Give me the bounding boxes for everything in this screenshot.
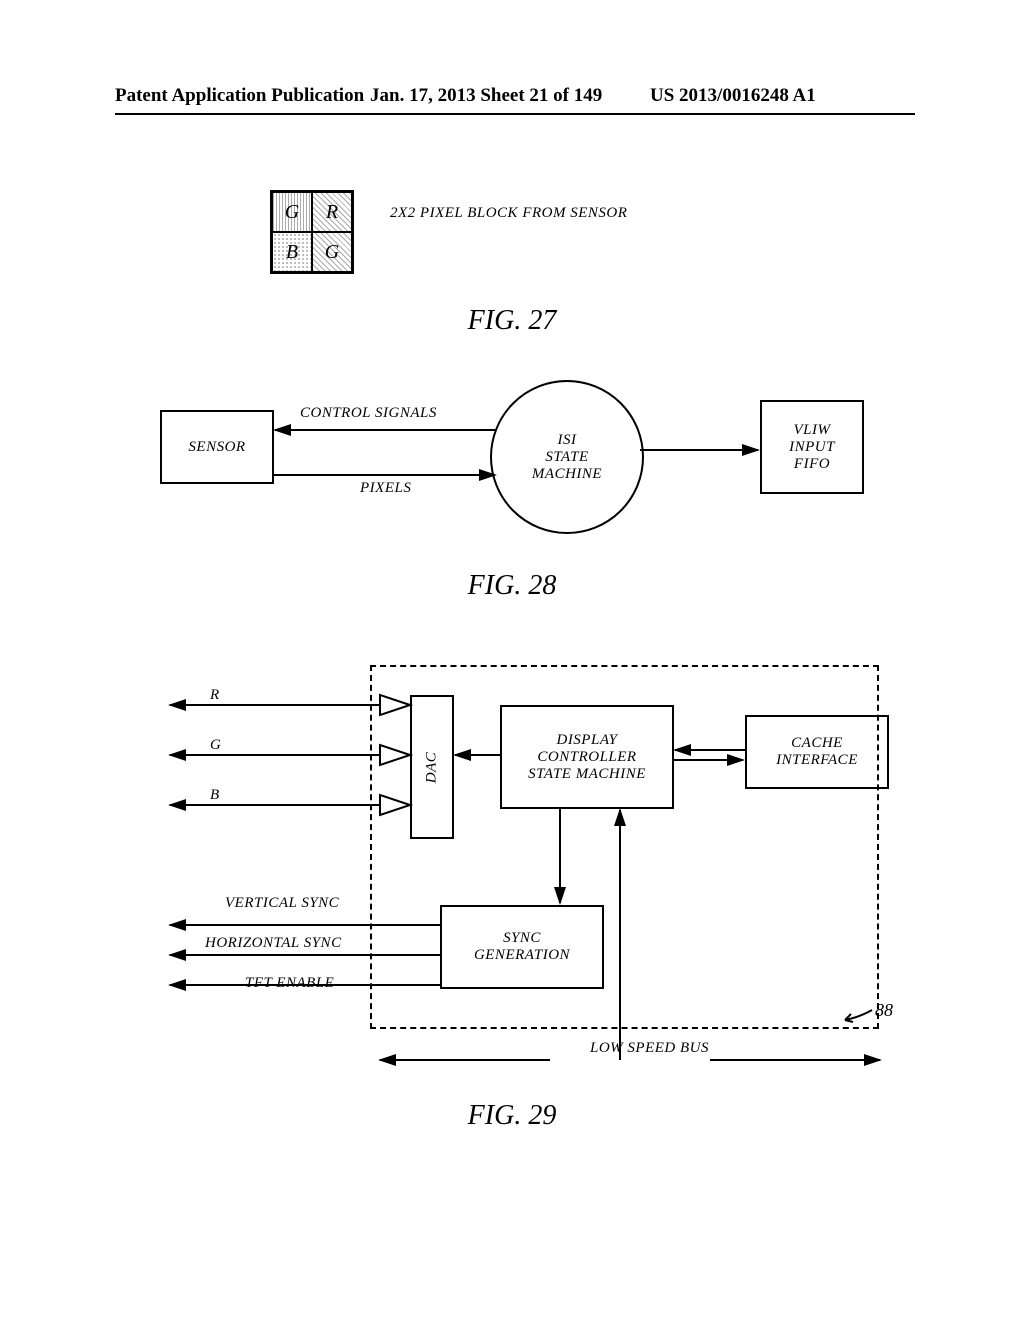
pixels-label: PIXELS (360, 480, 411, 497)
pixel-g-tl: G (272, 192, 312, 232)
header-center: Jan. 17, 2013 Sheet 21 of 149 (370, 85, 602, 107)
pixel-g-br: G (312, 232, 352, 272)
fig28-arrows (160, 380, 880, 560)
figure-28: SENSOR ISI STATE MACHINE VLIW INPUT FIFO… (160, 380, 880, 560)
fig27-caption: FIG. 27 (0, 305, 1024, 337)
header-left: Patent Application Publication (115, 85, 364, 107)
fig29-caption: FIG. 29 (0, 1100, 1024, 1132)
figure-27: G R B G 2X2 PIXEL BLOCK FROM SENSOR (270, 190, 770, 274)
fig29-arrows (150, 665, 930, 1075)
fig28-caption: FIG. 28 (0, 570, 1024, 602)
bayer-pixel-grid: G R B G (270, 190, 354, 274)
header-rule (115, 113, 915, 115)
fig27-label: 2X2 PIXEL BLOCK FROM SENSOR (390, 205, 627, 222)
pixel-b-bl: B (272, 232, 312, 272)
figure-29: DAC DISPLAY CONTROLLER STATE MACHINE CAC… (150, 665, 910, 1065)
header-right: US 2013/0016248 A1 (650, 85, 816, 107)
pixel-r-tr: R (312, 192, 352, 232)
control-signals-label: CONTROL SIGNALS (300, 405, 437, 422)
